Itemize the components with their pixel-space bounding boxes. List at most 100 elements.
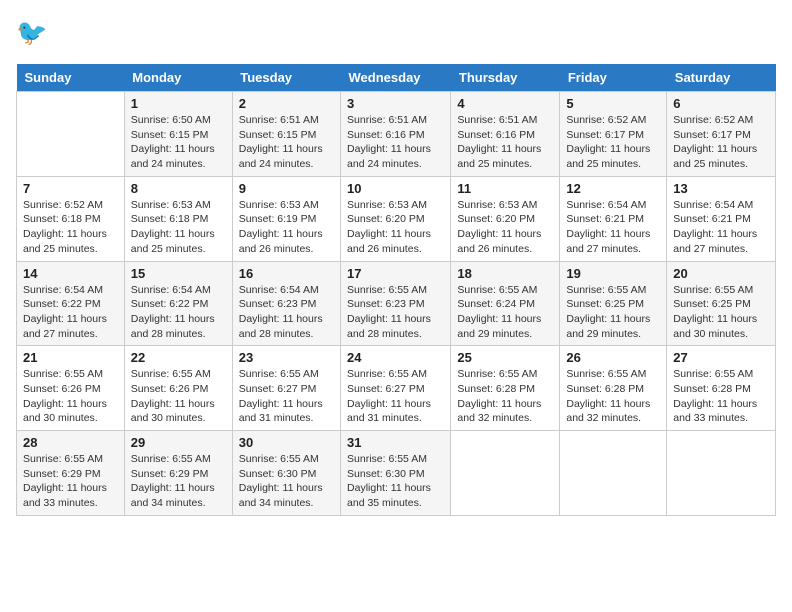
day-number: 7: [23, 181, 118, 196]
calendar-cell: 22Sunrise: 6:55 AMSunset: 6:26 PMDayligh…: [124, 346, 232, 431]
calendar-cell: 27 Sunrise: 6:55 AMSunset: 6:28 PMDayligh…: [667, 346, 776, 431]
weekday-header-monday: Monday: [124, 64, 232, 92]
day-info: Sunrise: 6:51 AMSunset: 6:15 PMDaylight:…: [239, 113, 334, 172]
day-number: 30: [239, 435, 334, 450]
day-number: 17: [347, 266, 444, 281]
calendar-cell: [667, 431, 776, 516]
calendar-cell: 7 Sunrise: 6:52 AMSunset: 6:18 PMDaylight…: [17, 176, 125, 261]
calendar-cell: 2 Sunrise: 6:51 AMSunset: 6:15 PMDaylight…: [232, 92, 340, 177]
day-info: Sunrise: 6:55 AMSunset: 6:30 PMDaylight:…: [347, 452, 444, 511]
day-info: Sunrise: 6:51 AMSunset: 6:16 PMDaylight:…: [347, 113, 444, 172]
day-number: 11: [457, 181, 553, 196]
day-number: 6: [673, 96, 769, 111]
day-number: 1: [131, 96, 226, 111]
calendar-table: SundayMondayTuesdayWednesdayThursdayFrid…: [16, 64, 776, 516]
day-info: Sunrise: 6:54 AMSunset: 6:21 PMDaylight:…: [673, 198, 769, 257]
day-info: Sunrise: 6:52 AMSunset: 6:17 PMDaylight:…: [673, 113, 769, 172]
weekday-header-wednesday: Wednesday: [341, 64, 451, 92]
day-number: 26: [566, 350, 660, 365]
calendar-cell: 26Sunrise: 6:55 AMSunset: 6:28 PMDayligh…: [560, 346, 667, 431]
day-info: Sunrise: 6:51 AMSunset: 6:16 PMDaylight:…: [457, 113, 553, 172]
day-info: Sunrise: 6:53 AMSunset: 6:18 PMDaylight:…: [131, 198, 226, 257]
day-number: 3: [347, 96, 444, 111]
calendar-cell: 20Sunrise: 6:55 AMSunset: 6:25 PMDayligh…: [667, 261, 776, 346]
day-info: Sunrise: 6:50 AMSunset: 6:15 PMDaylight:…: [131, 113, 226, 172]
weekday-header-row: SundayMondayTuesdayWednesdayThursdayFrid…: [17, 64, 776, 92]
calendar-cell: 4Sunrise: 6:51 AMSunset: 6:16 PMDaylight…: [451, 92, 560, 177]
weekday-header-sunday: Sunday: [17, 64, 125, 92]
calendar-cell: 31 Sunrise: 6:55 AMSunset: 6:30 PMDayligh…: [341, 431, 451, 516]
day-info: Sunrise: 6:55 AMSunset: 6:27 PMDaylight:…: [347, 367, 444, 426]
calendar-cell: 19 Sunrise: 6:55 AMSunset: 6:25 PMDayligh…: [560, 261, 667, 346]
day-info: Sunrise: 6:55 AMSunset: 6:29 PMDaylight:…: [23, 452, 118, 511]
day-number: 9: [239, 181, 334, 196]
calendar-cell: [451, 431, 560, 516]
day-number: 22: [131, 350, 226, 365]
calendar-cell: 18 Sunrise: 6:55 AMSunset: 6:24 PMDayligh…: [451, 261, 560, 346]
day-info: Sunrise: 6:55 AMSunset: 6:28 PMDaylight:…: [457, 367, 553, 426]
calendar-cell: [17, 92, 125, 177]
calendar-cell: 30 Sunrise: 6:55 AMSunset: 6:30 PMDayligh…: [232, 431, 340, 516]
day-number: 5: [566, 96, 660, 111]
logo: 🐦: [16, 16, 56, 52]
day-number: 28: [23, 435, 118, 450]
day-info: Sunrise: 6:54 AMSunset: 6:22 PMDaylight:…: [23, 283, 118, 342]
day-number: 16: [239, 266, 334, 281]
day-number: 19: [566, 266, 660, 281]
calendar-cell: [560, 431, 667, 516]
day-info: Sunrise: 6:55 AMSunset: 6:26 PMDaylight:…: [23, 367, 118, 426]
day-number: 14: [23, 266, 118, 281]
day-info: Sunrise: 6:55 AMSunset: 6:25 PMDaylight:…: [566, 283, 660, 342]
day-number: 25: [457, 350, 553, 365]
day-info: Sunrise: 6:54 AMSunset: 6:21 PMDaylight:…: [566, 198, 660, 257]
calendar-cell: 11Sunrise: 6:53 AMSunset: 6:20 PMDayligh…: [451, 176, 560, 261]
day-number: 2: [239, 96, 334, 111]
calendar-cell: 29 Sunrise: 6:55 AMSunset: 6:29 PMDayligh…: [124, 431, 232, 516]
calendar-week-4: 21Sunrise: 6:55 AMSunset: 6:26 PMDayligh…: [17, 346, 776, 431]
day-number: 27: [673, 350, 769, 365]
day-number: 31: [347, 435, 444, 450]
svg-text:🐦: 🐦: [16, 19, 47, 47]
day-info: Sunrise: 6:54 AMSunset: 6:23 PMDaylight:…: [239, 283, 334, 342]
calendar-cell: 9 Sunrise: 6:53 AMSunset: 6:19 PMDaylight…: [232, 176, 340, 261]
day-info: Sunrise: 6:52 AMSunset: 6:18 PMDaylight:…: [23, 198, 118, 257]
day-info: Sunrise: 6:53 AMSunset: 6:19 PMDaylight:…: [239, 198, 334, 257]
day-number: 8: [131, 181, 226, 196]
calendar-week-3: 14 Sunrise: 6:54 AMSunset: 6:22 PMDayligh…: [17, 261, 776, 346]
calendar-cell: 1 Sunrise: 6:50 AMSunset: 6:15 PMDaylight…: [124, 92, 232, 177]
calendar-week-2: 7 Sunrise: 6:52 AMSunset: 6:18 PMDaylight…: [17, 176, 776, 261]
calendar-cell: 21Sunrise: 6:55 AMSunset: 6:26 PMDayligh…: [17, 346, 125, 431]
calendar-cell: 3 Sunrise: 6:51 AMSunset: 6:16 PMDaylight…: [341, 92, 451, 177]
calendar-cell: 5 Sunrise: 6:52 AMSunset: 6:17 PMDaylight…: [560, 92, 667, 177]
calendar-week-5: 28 Sunrise: 6:55 AMSunset: 6:29 PMDayligh…: [17, 431, 776, 516]
day-number: 18: [457, 266, 553, 281]
day-number: 13: [673, 181, 769, 196]
calendar-cell: 13 Sunrise: 6:54 AMSunset: 6:21 PMDayligh…: [667, 176, 776, 261]
calendar-cell: 10Sunrise: 6:53 AMSunset: 6:20 PMDayligh…: [341, 176, 451, 261]
day-info: Sunrise: 6:55 AMSunset: 6:30 PMDaylight:…: [239, 452, 334, 511]
day-info: Sunrise: 6:55 AMSunset: 6:27 PMDaylight:…: [239, 367, 334, 426]
weekday-header-saturday: Saturday: [667, 64, 776, 92]
day-info: Sunrise: 6:55 AMSunset: 6:23 PMDaylight:…: [347, 283, 444, 342]
day-number: 15: [131, 266, 226, 281]
day-number: 23: [239, 350, 334, 365]
calendar-cell: 24Sunrise: 6:55 AMSunset: 6:27 PMDayligh…: [341, 346, 451, 431]
calendar-cell: 28 Sunrise: 6:55 AMSunset: 6:29 PMDayligh…: [17, 431, 125, 516]
day-number: 20: [673, 266, 769, 281]
day-info: Sunrise: 6:55 AMSunset: 6:24 PMDaylight:…: [457, 283, 553, 342]
calendar-cell: 8 Sunrise: 6:53 AMSunset: 6:18 PMDaylight…: [124, 176, 232, 261]
calendar-cell: 14 Sunrise: 6:54 AMSunset: 6:22 PMDayligh…: [17, 261, 125, 346]
weekday-header-thursday: Thursday: [451, 64, 560, 92]
day-info: Sunrise: 6:54 AMSunset: 6:22 PMDaylight:…: [131, 283, 226, 342]
day-info: Sunrise: 6:52 AMSunset: 6:17 PMDaylight:…: [566, 113, 660, 172]
page-header: 🐦: [16, 16, 776, 52]
calendar-cell: 12 Sunrise: 6:54 AMSunset: 6:21 PMDayligh…: [560, 176, 667, 261]
day-info: Sunrise: 6:55 AMSunset: 6:29 PMDaylight:…: [131, 452, 226, 511]
calendar-week-1: 1 Sunrise: 6:50 AMSunset: 6:15 PMDaylight…: [17, 92, 776, 177]
day-number: 12: [566, 181, 660, 196]
weekday-header-tuesday: Tuesday: [232, 64, 340, 92]
calendar-cell: 16 Sunrise: 6:54 AMSunset: 6:23 PMDayligh…: [232, 261, 340, 346]
calendar-cell: 6 Sunrise: 6:52 AMSunset: 6:17 PMDaylight…: [667, 92, 776, 177]
day-info: Sunrise: 6:55 AMSunset: 6:28 PMDaylight:…: [673, 367, 769, 426]
day-number: 29: [131, 435, 226, 450]
